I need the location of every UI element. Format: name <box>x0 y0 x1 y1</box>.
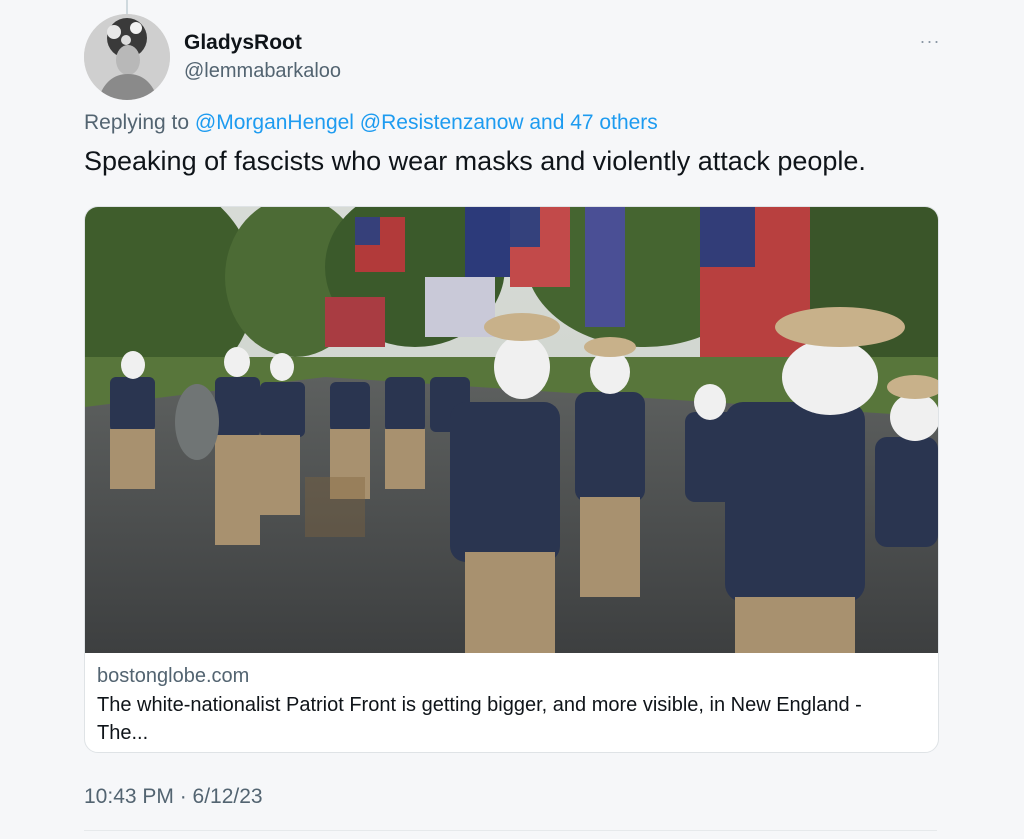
march-photo <box>85 207 938 653</box>
avatar-image <box>84 14 170 100</box>
card-title: The white-nationalist Patriot Front is g… <box>97 694 862 744</box>
card-image[interactable] <box>85 207 938 653</box>
card-domain: bostonglobe.com <box>97 665 250 687</box>
link-preview-card[interactable]: bostonglobe.com The white-nationalist Pa… <box>84 206 939 753</box>
user-handle[interactable]: @lemmabarkaloo <box>184 60 341 83</box>
divider <box>84 830 937 831</box>
display-name[interactable]: GladysRoot <box>184 31 302 55</box>
ellipsis-icon[interactable]: ··· <box>918 32 942 50</box>
replying-prefix: Replying to <box>84 111 190 134</box>
tweet-text: Speaking of fascists who wear masks and … <box>84 146 866 176</box>
avatar[interactable] <box>84 14 170 100</box>
replying-to-line: Replying to @MorganHengel @Resistenzanow… <box>84 111 658 135</box>
tweet-timestamp[interactable]: 10:43 PM · 6/12/23 <box>84 785 263 809</box>
thread-connector-line <box>126 0 128 14</box>
reply-mentions-link[interactable]: @MorganHengel @Resistenzanow and 47 othe… <box>195 111 658 134</box>
